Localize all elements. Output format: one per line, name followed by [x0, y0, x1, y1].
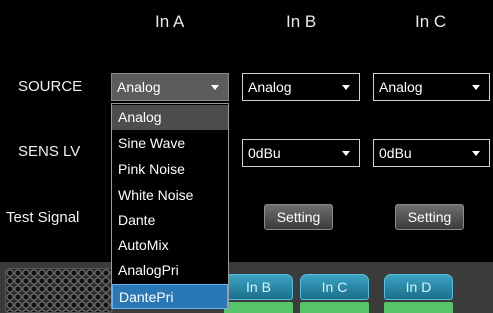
chevron-down-icon: [342, 151, 350, 156]
sens-select-in-b-value: 0dBu: [248, 145, 281, 161]
channel-level-strip-in-d: [384, 302, 453, 313]
dropdown-option[interactable]: Analog: [112, 105, 228, 130]
dropdown-option[interactable]: AnalogPri: [112, 258, 228, 283]
chevron-down-icon: [472, 85, 480, 90]
sens-select-in-c-value: 0dBu: [379, 145, 412, 161]
channel-tab-in-d[interactable]: In D: [384, 274, 453, 300]
column-header-in-a: In A: [155, 12, 185, 31]
setting-button-in-c[interactable]: Setting: [395, 204, 464, 230]
setting-button-in-b[interactable]: Setting: [264, 204, 333, 230]
source-select-in-b-value: Analog: [248, 79, 292, 95]
chevron-down-icon: [211, 85, 219, 90]
column-header-in-c: In C: [415, 12, 447, 31]
source-select-in-c[interactable]: Analog: [373, 73, 490, 101]
dropdown-option[interactable]: White Noise: [112, 183, 228, 208]
channel-level-strip-in-c: [300, 302, 369, 313]
chevron-down-icon: [472, 151, 480, 156]
source-select-in-a-value: Analog: [117, 79, 161, 95]
dropdown-option[interactable]: AutoMix: [112, 233, 228, 258]
sens-select-in-c[interactable]: 0dBu: [373, 139, 490, 167]
source-select-in-c-value: Analog: [379, 79, 423, 95]
speaker-grille-icon: [5, 268, 113, 313]
source-select-in-a[interactable]: Analog: [111, 73, 229, 101]
chevron-down-icon: [342, 85, 350, 90]
source-select-in-b[interactable]: Analog: [242, 73, 360, 101]
dropdown-option[interactable]: Dante: [112, 208, 228, 233]
dropdown-option[interactable]: Pink Noise: [112, 157, 228, 182]
dropdown-option[interactable]: DantePri: [112, 284, 228, 309]
channel-level-strip-in-b: [224, 302, 293, 313]
channel-tab-in-c[interactable]: In C: [300, 274, 369, 300]
dropdown-option[interactable]: Sine Wave: [112, 131, 228, 156]
source-label: SOURCE: [18, 78, 83, 95]
test-signal-label: Test Signal: [6, 209, 80, 226]
sens-select-in-b[interactable]: 0dBu: [242, 139, 360, 167]
column-header-in-b: In B: [286, 12, 317, 31]
source-dropdown-list: Analog Sine Wave Pink Noise White Noise …: [111, 103, 229, 309]
sens-lv-label: SENS LV: [18, 143, 81, 160]
channel-tab-in-b[interactable]: In B: [224, 274, 293, 300]
